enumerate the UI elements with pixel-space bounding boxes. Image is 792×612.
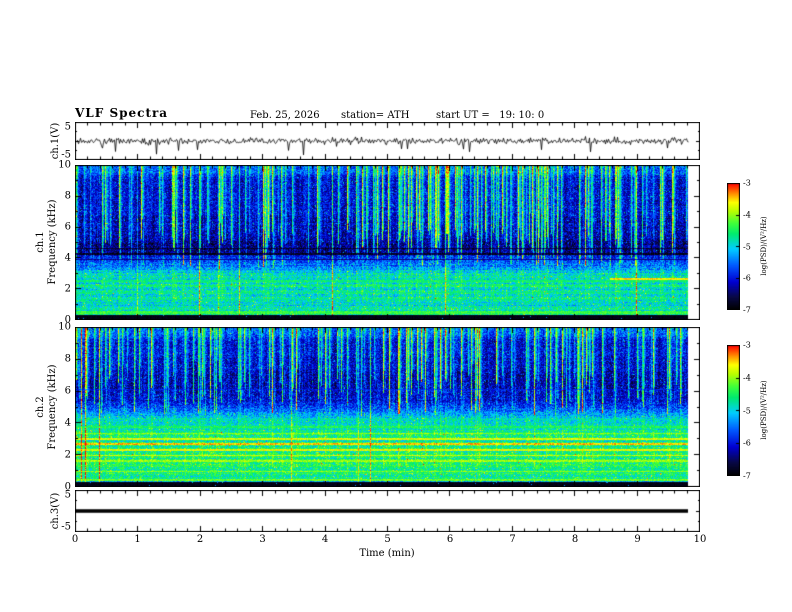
y-tick-label: 2 — [64, 449, 71, 461]
ch3-waveform-ylabel: ch.3(V) — [50, 492, 61, 530]
x-tick-label: 7 — [509, 534, 516, 545]
ch1-waveform-ylabel: ch.1(V) — [50, 122, 61, 160]
y-tick-label: 5 — [64, 121, 71, 133]
ch3-waveform-canvas — [75, 490, 700, 532]
y-tick-label: 6 — [64, 385, 71, 397]
colorbar2-unit-label: log(PSD)/(V²/Hz) — [760, 380, 768, 440]
colorbar-tick-label: -3 — [743, 340, 751, 350]
colorbar-tick-label: -7 — [743, 305, 751, 315]
y-tick-label: 10 — [58, 321, 71, 333]
x-tick-label: 5 — [384, 534, 391, 545]
start-ut-label: start UT = 19: 10: 0 — [436, 110, 545, 121]
x-tick-label: 10 — [693, 534, 707, 545]
station-label: station= ATH — [341, 110, 410, 121]
x-tick-label: 3 — [259, 534, 266, 545]
colorbar-tick-label: -5 — [743, 242, 751, 251]
y-tick-label: -5 — [61, 521, 71, 533]
colorbar1-unit-label: log(PSD)/(V²/Hz) — [760, 216, 768, 276]
colorbar-tick-label: -4 — [743, 210, 751, 220]
colorbar-tick-label: -6 — [743, 438, 751, 448]
vlf-spectra-figure: VLF Spectra Feb. 25, 2026 station= ATH s… — [0, 0, 792, 612]
x-tick-label: 2 — [196, 534, 204, 545]
y-tick-label: 8 — [64, 190, 71, 202]
ch1-spectrogram-ylabel: ch.1 Frequency (kHz) — [35, 199, 58, 285]
colorbar-tick-label: -6 — [743, 273, 751, 283]
y-tick-label: 4 — [64, 417, 71, 429]
x-tick-label: 1 — [134, 534, 141, 545]
y-tick-label: 4 — [64, 252, 71, 264]
ch2-spectrogram-ylabel: ch.2 Frequency (kHz) — [35, 364, 58, 450]
ch1-spectrogram-canvas — [75, 165, 700, 320]
x-tick-label: 4 — [321, 534, 329, 545]
x-tick-label: 9 — [634, 534, 641, 545]
colorbar-tick-label: -4 — [743, 373, 751, 383]
x-tick-label: 6 — [446, 534, 454, 545]
plot-date: Feb. 25, 2026 — [250, 110, 320, 121]
y-tick-label: 10 — [58, 159, 71, 171]
time-axis-label: Time (min) — [359, 548, 415, 559]
y-tick-label: 6 — [64, 221, 71, 233]
colorbar2-canvas — [727, 345, 740, 476]
ch1-waveform-canvas — [75, 122, 700, 160]
y-tick-label: 8 — [64, 353, 71, 365]
y-tick-label: 2 — [64, 283, 71, 295]
x-tick-label: 0 — [71, 534, 79, 545]
colorbar-tick-label: -5 — [743, 406, 751, 415]
plot-title: VLF Spectra — [75, 106, 169, 120]
colorbar-tick-label: -3 — [743, 178, 751, 188]
colorbar1-canvas — [727, 183, 740, 310]
y-tick-label: 5 — [64, 489, 71, 501]
x-tick-label: 8 — [571, 534, 579, 545]
ch2-spectrogram-canvas — [75, 327, 700, 487]
colorbar-tick-label: -7 — [743, 471, 751, 481]
